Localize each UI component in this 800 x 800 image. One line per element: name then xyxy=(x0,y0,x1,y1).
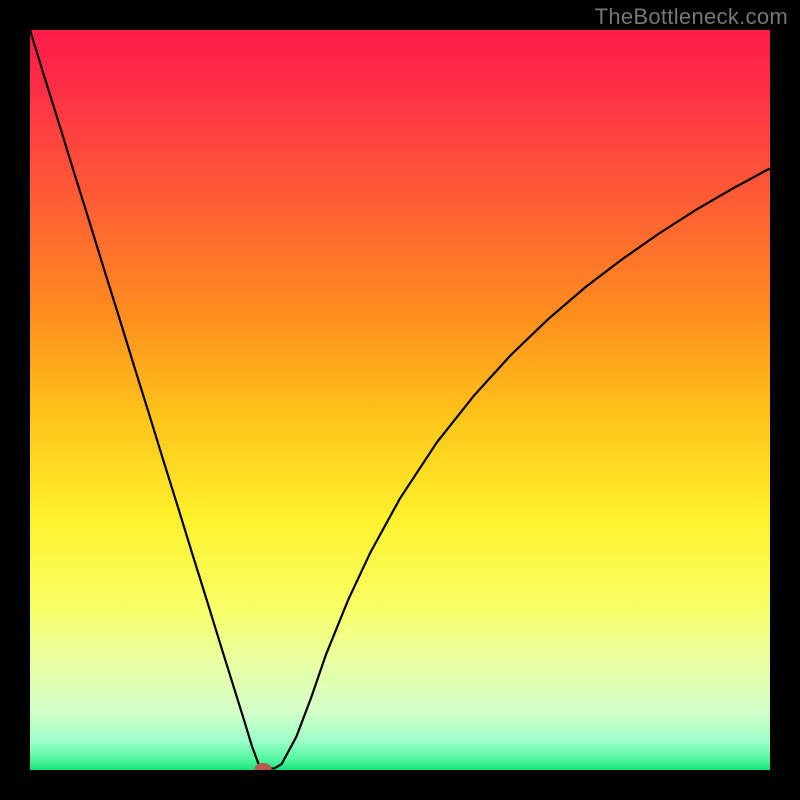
watermark-text: TheBottleneck.com xyxy=(595,4,788,30)
gradient-background xyxy=(30,30,770,770)
bottleneck-chart xyxy=(30,30,770,770)
optimal-marker xyxy=(255,764,271,770)
chart-frame: TheBottleneck.com xyxy=(0,0,800,800)
